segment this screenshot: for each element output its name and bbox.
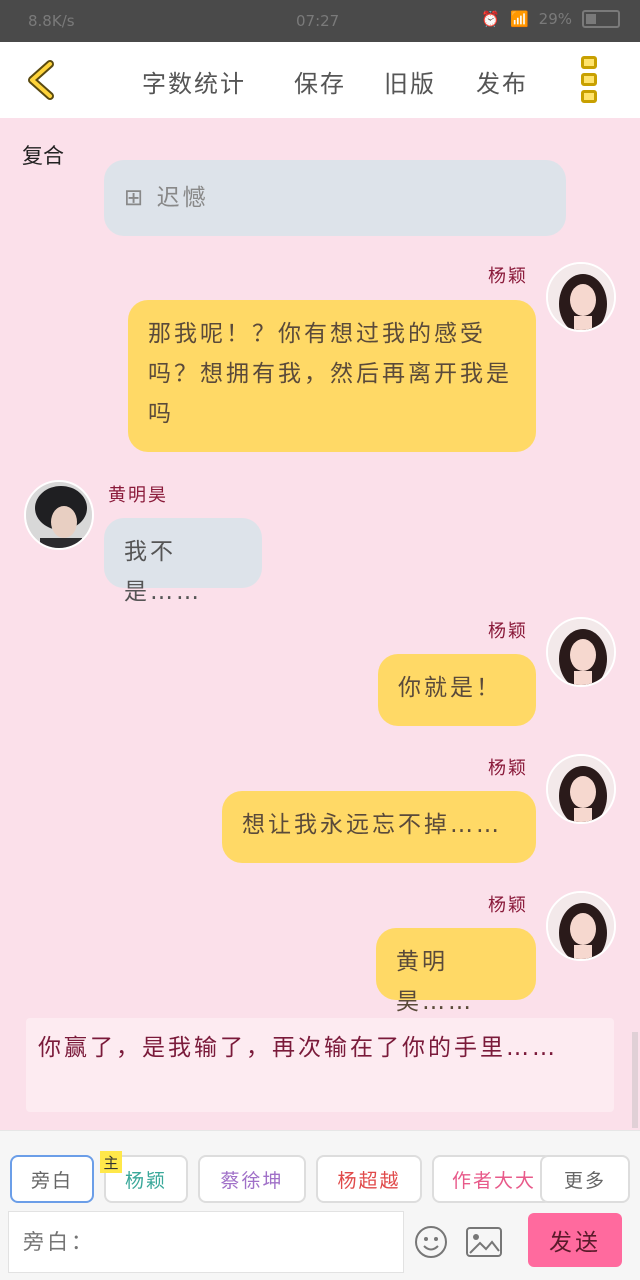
status-icons: ⏰ 📶 29%	[481, 10, 620, 28]
speaker-name: 黄明昊	[108, 485, 168, 506]
avatar-yang-ying[interactable]	[546, 262, 616, 332]
status-time: 07:27	[296, 12, 340, 30]
main-role-badge: 主	[100, 1151, 122, 1173]
message-bubble-self[interactable]: 黄明昊……	[376, 928, 536, 1015]
avatar-huang-minghao[interactable]	[24, 480, 94, 550]
emoji-icon[interactable]	[414, 1225, 448, 1259]
role-chip-yang-chaoyue[interactable]: 杨超越	[316, 1155, 422, 1203]
alarm-icon: ⏰	[481, 10, 500, 28]
role-chip-author[interactable]: 作者大大	[432, 1155, 552, 1203]
message-text: 我不是……	[124, 539, 202, 605]
image-icon[interactable]	[466, 1227, 502, 1257]
save-button[interactable]: 保存	[294, 64, 346, 99]
message-input-box[interactable]	[8, 1211, 404, 1273]
old-version-button[interactable]: 旧版	[384, 64, 436, 99]
battery-icon	[582, 10, 620, 28]
network-speed: 8.8K/s	[28, 12, 75, 30]
message-input[interactable]	[9, 1212, 403, 1272]
speaker-name: 杨颖	[488, 895, 528, 916]
status-bar: 8.8K/s 07:27 ⏰ 📶 29%	[0, 0, 640, 42]
top-toolbar: 字数统计 保存 旧版 发布	[0, 42, 640, 118]
avatar-yang-ying[interactable]	[546, 891, 616, 961]
role-chip-narrator[interactable]: 旁白	[10, 1155, 94, 1203]
message-bubble-self[interactable]: 想让我永远忘不掉……	[222, 791, 536, 863]
word-count-button[interactable]: 字数统计	[142, 64, 246, 99]
speaker-name: 杨颖	[488, 758, 528, 779]
back-arrow-icon[interactable]	[22, 58, 62, 102]
partial-message-text: ⊞ 迟憾	[124, 185, 209, 211]
narration-text: 你赢了，是我输了，再次输在了你的手里……	[38, 1035, 558, 1061]
message-text: 想让我永远忘不掉……	[242, 812, 502, 838]
message-bubble-other[interactable]: 我不是……	[104, 518, 262, 605]
battery-percent: 29%	[538, 10, 572, 28]
partial-message-bubble[interactable]: ⊞ 迟憾	[104, 160, 566, 236]
more-menu-icon[interactable]	[578, 56, 600, 108]
composer-bar: 旁白 杨颖 主 蔡徐坤 杨超越 作者大大 更多 发送	[0, 1130, 640, 1280]
more-roles-button[interactable]: 更多	[540, 1155, 630, 1203]
chat-scrollbar[interactable]	[632, 1032, 638, 1128]
message-bubble-self[interactable]: 那我呢！？你有想过我的感受吗？想拥有我，然后再离开我是吗	[128, 300, 536, 452]
message-text: 那我呢！？你有想过我的感受吗？想拥有我，然后再离开我是吗	[148, 321, 512, 427]
narration-block[interactable]: 你赢了，是我输了，再次输在了你的手里……	[26, 1018, 614, 1112]
message-text: 你就是！	[398, 675, 502, 701]
avatar-yang-ying[interactable]	[546, 617, 616, 687]
speaker-name: 杨颖	[488, 266, 528, 287]
send-button[interactable]: 发送	[528, 1213, 622, 1267]
chat-title: 复合	[22, 144, 64, 168]
publish-button[interactable]: 发布	[476, 64, 528, 99]
avatar-yang-ying[interactable]	[546, 754, 616, 824]
speaker-name: 杨颖	[488, 621, 528, 642]
message-text: 黄明昊……	[396, 949, 474, 1015]
wifi-icon: 📶	[509, 10, 529, 28]
message-bubble-self[interactable]: 你就是！	[378, 654, 536, 726]
role-chip-cai-xukun[interactable]: 蔡徐坤	[198, 1155, 306, 1203]
